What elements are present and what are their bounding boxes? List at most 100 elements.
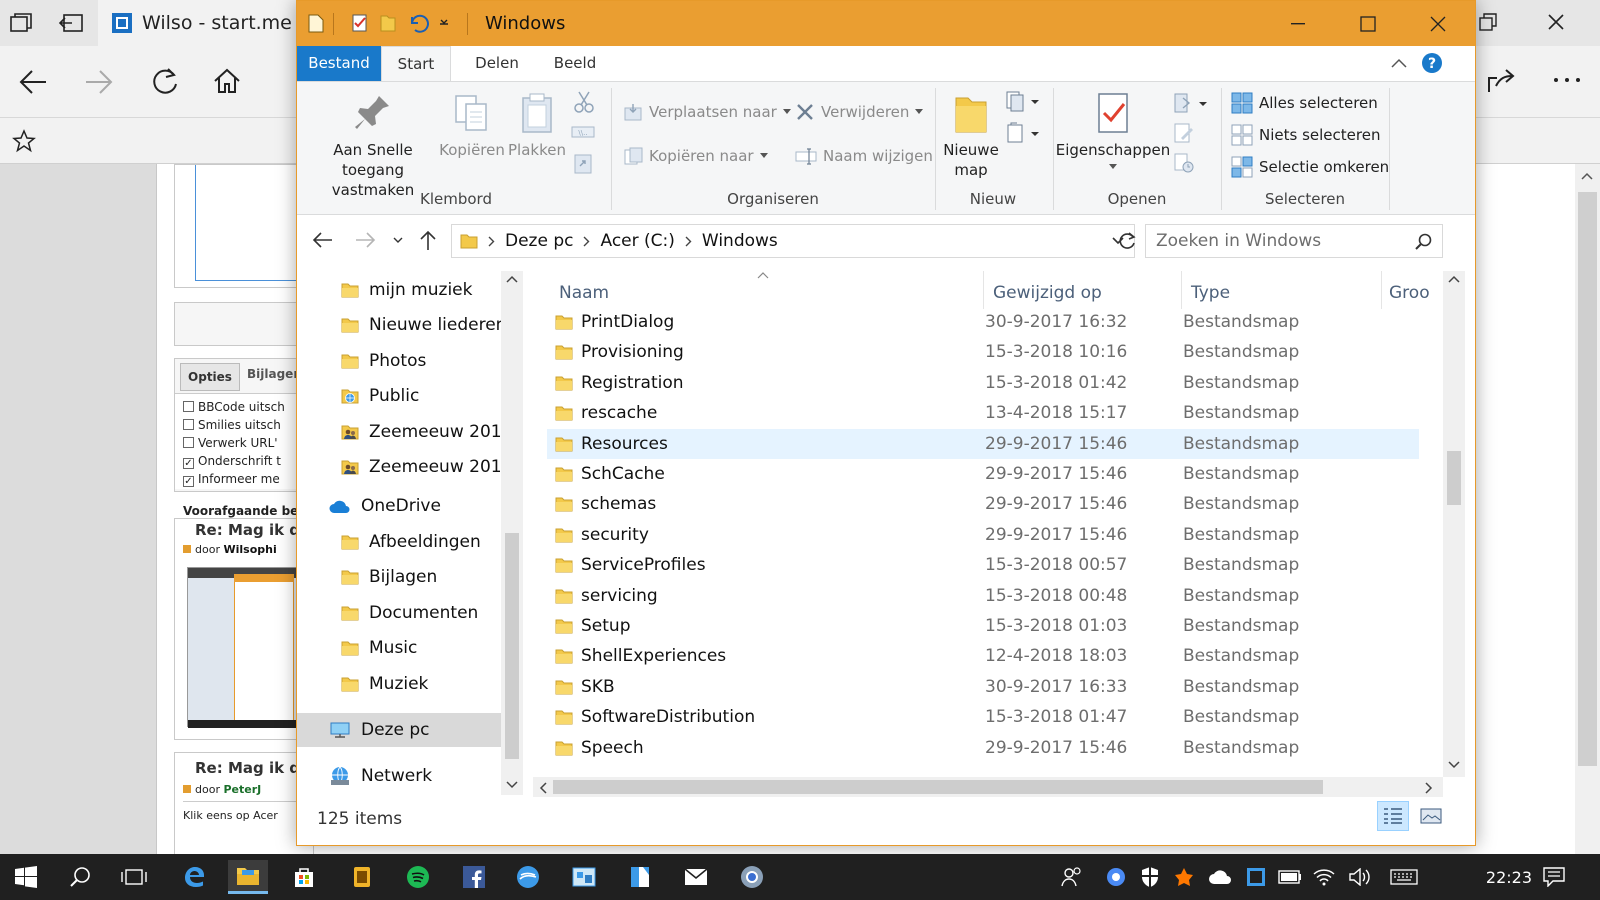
volume-icon[interactable] bbox=[1340, 860, 1380, 894]
file-row[interactable]: rescache 13-4-2018 15:17 Bestandsmap bbox=[547, 398, 1419, 428]
history-icon[interactable] bbox=[1173, 152, 1195, 174]
task-view-button[interactable] bbox=[114, 860, 154, 894]
people-icon[interactable] bbox=[1052, 860, 1092, 894]
tab-attachments[interactable]: Bijlagen bbox=[247, 367, 302, 381]
file-row[interactable]: security 29-9-2017 15:46 Bestandsmap bbox=[547, 520, 1419, 550]
search-icon[interactable] bbox=[1414, 233, 1432, 251]
breadcrumb-acer-c[interactable]: Acer (C:) bbox=[600, 231, 674, 251]
file-row[interactable]: Setup 15-3-2018 01:03 Bestandsmap bbox=[547, 611, 1419, 641]
invert-selection-button[interactable]: Selectie omkeren bbox=[1231, 156, 1389, 178]
file-row[interactable]: ShellExperiences 12-4-2018 18:03 Bestandsm… bbox=[547, 641, 1419, 671]
refresh-icon[interactable] bbox=[1117, 231, 1137, 251]
file-row[interactable]: Provisioning 15-3-2018 10:16 Bestandsmap bbox=[547, 337, 1419, 367]
nav-item-onedrive[interactable]: OneDrive bbox=[297, 489, 501, 523]
column-header-type[interactable]: Type bbox=[1191, 283, 1230, 303]
delete-button[interactable]: Verwijderen bbox=[795, 102, 924, 122]
maximize-button[interactable] bbox=[1333, 1, 1403, 46]
taskbar-spotify[interactable] bbox=[398, 860, 438, 894]
refresh-icon[interactable] bbox=[150, 66, 180, 96]
page-scroll-thumb[interactable] bbox=[1578, 192, 1597, 766]
checkbox-checked-icon[interactable]: ✓ bbox=[183, 476, 194, 487]
pin-quick-access-button[interactable]: Aan Snelle toegang vastmaken bbox=[303, 92, 443, 200]
recent-locations-icon[interactable] bbox=[393, 237, 403, 245]
nav-item-this-pc[interactable]: Deze pc bbox=[297, 713, 501, 747]
quick-access-dropdown-icon[interactable] bbox=[433, 12, 455, 34]
taskbar-app-docs[interactable] bbox=[620, 860, 660, 894]
restore-browser-icon[interactable] bbox=[1478, 12, 1498, 32]
favorite-star-icon[interactable] bbox=[12, 129, 36, 153]
taskbar-store[interactable] bbox=[284, 860, 324, 894]
file-row[interactable]: SoftwareDistribution 15-3-2018 01:47 Besta… bbox=[547, 702, 1419, 732]
file-row[interactable]: schemas 29-9-2017 15:46 Bestandsmap bbox=[547, 489, 1419, 519]
help-icon[interactable]: ? bbox=[1421, 52, 1443, 74]
forward-icon[interactable] bbox=[355, 231, 377, 249]
taskbar-facebook[interactable] bbox=[454, 860, 494, 894]
column-header-modified[interactable]: Gewijzigd op bbox=[993, 283, 1102, 303]
taskbar-app-photos[interactable] bbox=[564, 860, 604, 894]
close-button[interactable] bbox=[1403, 1, 1473, 46]
cut-icon[interactable] bbox=[573, 90, 595, 114]
new-folder-button[interactable]: Nieuwe map bbox=[937, 92, 1005, 180]
rename-button[interactable]: Naam wijzigen bbox=[795, 146, 933, 166]
properties-button[interactable]: Eigenschappen bbox=[1055, 92, 1171, 170]
nav-item[interactable]: Nieuwe liederen bbox=[297, 308, 506, 342]
file-row[interactable]: Registration 15-3-2018 01:42 Bestandsmap bbox=[547, 368, 1419, 398]
nav-item[interactable]: Muziek bbox=[297, 667, 501, 701]
edit-icon[interactable] bbox=[1173, 122, 1195, 144]
nav-item-network[interactable]: Netwerk bbox=[297, 759, 501, 793]
forum-option[interactable]: Verwerk URL' bbox=[183, 436, 278, 450]
column-header-size[interactable]: Groo bbox=[1389, 283, 1430, 303]
file-row[interactable]: PrintDialog 30-9-2017 16:32 Bestandsmap bbox=[547, 307, 1419, 337]
file-row[interactable]: SKB 30-9-2017 16:33 Bestandsmap bbox=[547, 672, 1419, 702]
close-browser-icon[interactable] bbox=[1546, 12, 1566, 32]
back-icon[interactable] bbox=[18, 68, 48, 96]
file-row[interactable]: Speech 29-9-2017 15:46 Bestandsmap bbox=[547, 733, 1419, 763]
taskbar-chrome[interactable] bbox=[732, 860, 772, 894]
post-title[interactable]: Re: Mag ik di bbox=[195, 759, 305, 777]
tab-overview-icon[interactable] bbox=[10, 12, 34, 34]
copy-button[interactable]: Kopiëren bbox=[439, 92, 505, 160]
large-icons-view-button[interactable] bbox=[1415, 801, 1447, 831]
open-icon[interactable] bbox=[1173, 92, 1207, 114]
breadcrumb-windows[interactable]: Windows bbox=[702, 231, 778, 251]
browser-tab[interactable]: Wilso - start.me bbox=[98, 0, 298, 46]
start-button[interactable] bbox=[6, 860, 46, 894]
tab-options[interactable]: Opties bbox=[180, 363, 240, 391]
select-all-button[interactable]: Alles selecteren bbox=[1231, 92, 1378, 114]
checkbox-icon[interactable] bbox=[183, 401, 194, 412]
breadcrumb-separator-icon[interactable] bbox=[685, 236, 692, 247]
file-list-hscrollbar[interactable] bbox=[533, 777, 1443, 797]
search-input[interactable]: Zoeken in Windows bbox=[1145, 224, 1443, 258]
taskbar-mail[interactable] bbox=[676, 860, 716, 894]
taskbar-edge[interactable] bbox=[174, 860, 214, 894]
home-icon[interactable] bbox=[212, 66, 242, 96]
nav-item[interactable]: Public bbox=[297, 379, 501, 413]
file-list-vscrollbar[interactable] bbox=[1443, 271, 1465, 777]
share-icon[interactable] bbox=[1486, 66, 1516, 96]
details-view-button[interactable] bbox=[1377, 801, 1409, 831]
file-list-vscroll-thumb[interactable] bbox=[1447, 451, 1461, 505]
select-none-button[interactable]: Niets selecteren bbox=[1231, 124, 1380, 146]
copy-path-icon[interactable]: \\.. bbox=[571, 124, 595, 140]
checkbox-checked-icon[interactable]: ✓ bbox=[183, 458, 194, 469]
clock[interactable]: 22:23 bbox=[1486, 854, 1532, 900]
properties-quick-icon[interactable] bbox=[349, 12, 371, 34]
tab-bestand[interactable]: Bestand bbox=[297, 46, 381, 81]
nav-scrollbar[interactable] bbox=[501, 271, 523, 795]
new-item-icon[interactable] bbox=[1005, 90, 1039, 112]
paste-shortcut-icon[interactable] bbox=[573, 152, 593, 174]
forward-icon[interactable] bbox=[84, 68, 114, 96]
taskbar-file-explorer[interactable] bbox=[228, 860, 268, 894]
taskbar-app-blue[interactable] bbox=[508, 860, 548, 894]
nav-item[interactable]: Zeemeeuw 2016 bbox=[297, 450, 512, 484]
nav-item[interactable]: Afbeeldingen bbox=[297, 525, 501, 559]
checkbox-icon[interactable] bbox=[183, 437, 194, 448]
keyboard-icon[interactable] bbox=[1384, 860, 1424, 894]
undo-icon[interactable] bbox=[407, 12, 429, 34]
forum-option[interactable]: ✓ Informeer me bbox=[183, 472, 280, 487]
easy-access-icon[interactable] bbox=[1005, 122, 1039, 144]
set-aside-tabs-icon[interactable] bbox=[58, 12, 84, 34]
nav-item[interactable]: Zeemeeuw 2014 bbox=[297, 415, 512, 449]
file-list-hscroll-thumb[interactable] bbox=[553, 780, 1323, 794]
breadcrumb-separator-icon[interactable] bbox=[488, 236, 495, 247]
